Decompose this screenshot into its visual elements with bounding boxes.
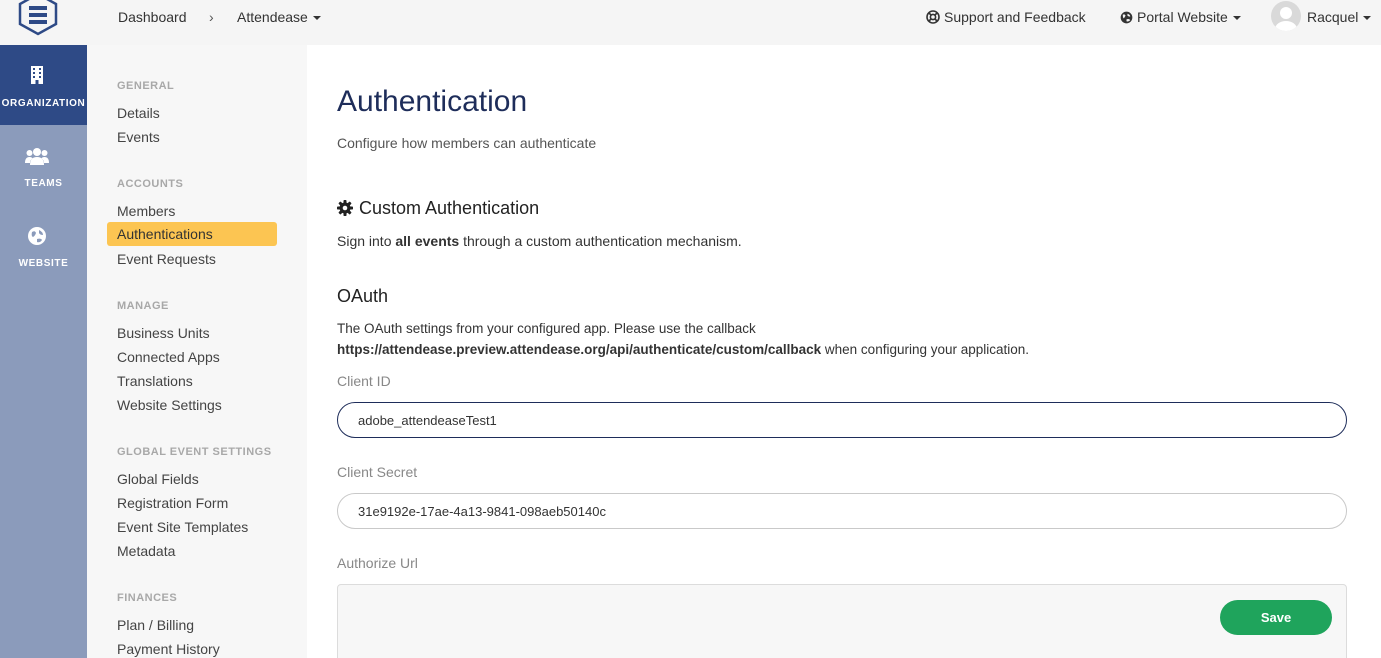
rail-label-teams: TEAMS: [24, 178, 63, 189]
custom-auth-desc-prefix: Sign into: [337, 233, 396, 249]
rail-label-website: WEBSITE: [18, 258, 69, 269]
portal-website-label: Portal Website: [1137, 9, 1228, 25]
user-avatar[interactable]: [1271, 1, 1301, 31]
sidebar-item-translations[interactable]: Translations: [117, 373, 193, 389]
sidebar-item-label: Authentications: [117, 226, 213, 242]
page-title: Authentication: [337, 85, 528, 118]
client-id-label: Client ID: [337, 373, 391, 389]
authorize-url-label: Authorize Url: [337, 555, 418, 571]
sidebar-item-events[interactable]: Events: [117, 129, 160, 145]
custom-auth-desc-suffix: through a custom authentication mechanis…: [459, 233, 742, 249]
rail-item-website[interactable]: WEBSITE: [0, 205, 87, 285]
rail-label-organization: ORGANIZATION: [1, 98, 86, 109]
sidebar-item-authentications[interactable]: Authentications: [107, 222, 277, 246]
user-name: Racquel: [1307, 9, 1359, 25]
section-title-manage: MANAGE: [117, 300, 169, 312]
globe-icon: [1120, 11, 1133, 24]
top-bar: Dashboard › Attendease Support and Feedb…: [0, 0, 1381, 45]
building-icon: [31, 66, 43, 84]
sidebar-item-payment-history[interactable]: Payment History: [117, 641, 220, 657]
section-title-general: GENERAL: [117, 80, 175, 92]
custom-auth-desc-bold: all events: [395, 233, 460, 249]
oauth-description-line2: https://attendease.preview.attendease.or…: [337, 342, 1029, 357]
oauth-desc-line2-suffix: when configuring your application.: [821, 342, 1030, 357]
oauth-callback-url: https://attendease.preview.attendease.or…: [337, 342, 822, 357]
attendease-logo-icon[interactable]: [15, 0, 61, 36]
breadcrumb-dashboard[interactable]: Dashboard: [118, 9, 187, 25]
rail-item-teams[interactable]: TEAMS: [0, 125, 87, 205]
section-title-global-event-settings: GLOBAL EVENT SETTINGS: [117, 446, 272, 458]
support-feedback-link[interactable]: Support and Feedback: [926, 9, 1086, 25]
support-feedback-label: Support and Feedback: [944, 9, 1086, 25]
organization-dropdown[interactable]: Attendease: [237, 9, 321, 25]
main-content: Authentication Configure how members can…: [307, 45, 1381, 658]
authorize-url-field[interactable]: [337, 584, 1347, 658]
page-subtitle: Configure how members can authenticate: [337, 135, 597, 151]
oauth-heading: OAuth: [337, 286, 389, 306]
globe-icon: [28, 227, 46, 245]
caret-down-icon: [1232, 16, 1241, 21]
sidebar-item-plan-billing[interactable]: Plan / Billing: [117, 617, 194, 633]
oauth-description-line1: The OAuth settings from your configured …: [337, 321, 756, 336]
client-secret-label: Client Secret: [337, 464, 418, 480]
life-ring-icon: [926, 10, 940, 24]
sidebar-item-event-requests[interactable]: Event Requests: [117, 251, 216, 267]
sidebar-item-event-site-templates[interactable]: Event Site Templates: [117, 519, 248, 535]
settings-sidebar: GENERAL Details Events ACCOUNTS Members …: [87, 45, 307, 658]
caret-down-icon: [1363, 16, 1372, 21]
section-title-accounts: ACCOUNTS: [117, 178, 184, 190]
user-menu-dropdown[interactable]: Racquel: [1307, 9, 1372, 25]
sidebar-item-global-fields[interactable]: Global Fields: [117, 471, 199, 487]
custom-auth-description: Sign into all events through a custom au…: [337, 233, 742, 249]
rail-item-organization[interactable]: ORGANIZATION: [0, 45, 87, 125]
sidebar-item-website-settings[interactable]: Website Settings: [117, 397, 222, 413]
cog-icon: [337, 200, 353, 216]
custom-auth-heading: Custom Authentication: [337, 198, 539, 219]
sidebar-item-members[interactable]: Members: [117, 203, 175, 219]
sidebar-item-details[interactable]: Details: [117, 105, 160, 121]
organization-dropdown-label: Attendease: [237, 9, 308, 25]
sidebar-item-business-units[interactable]: Business Units: [117, 325, 210, 341]
icon-rail: ORGANIZATION TEAMS WEBSITE: [0, 45, 87, 658]
sidebar-item-metadata[interactable]: Metadata: [117, 543, 175, 559]
breadcrumb-separator: ›: [209, 9, 214, 25]
caret-down-icon: [312, 16, 321, 21]
client-id-input[interactable]: [337, 402, 1347, 438]
portal-website-dropdown[interactable]: Portal Website: [1120, 9, 1241, 25]
client-secret-input[interactable]: [337, 493, 1347, 529]
users-icon: [25, 148, 49, 165]
section-title-finances: FINANCES: [117, 592, 178, 604]
sidebar-item-registration-form[interactable]: Registration Form: [117, 495, 228, 511]
custom-auth-title: Custom Authentication: [359, 198, 540, 218]
user-silhouette-icon: [1275, 7, 1297, 31]
sidebar-item-connected-apps[interactable]: Connected Apps: [117, 349, 220, 365]
save-button[interactable]: Save: [1220, 600, 1332, 635]
